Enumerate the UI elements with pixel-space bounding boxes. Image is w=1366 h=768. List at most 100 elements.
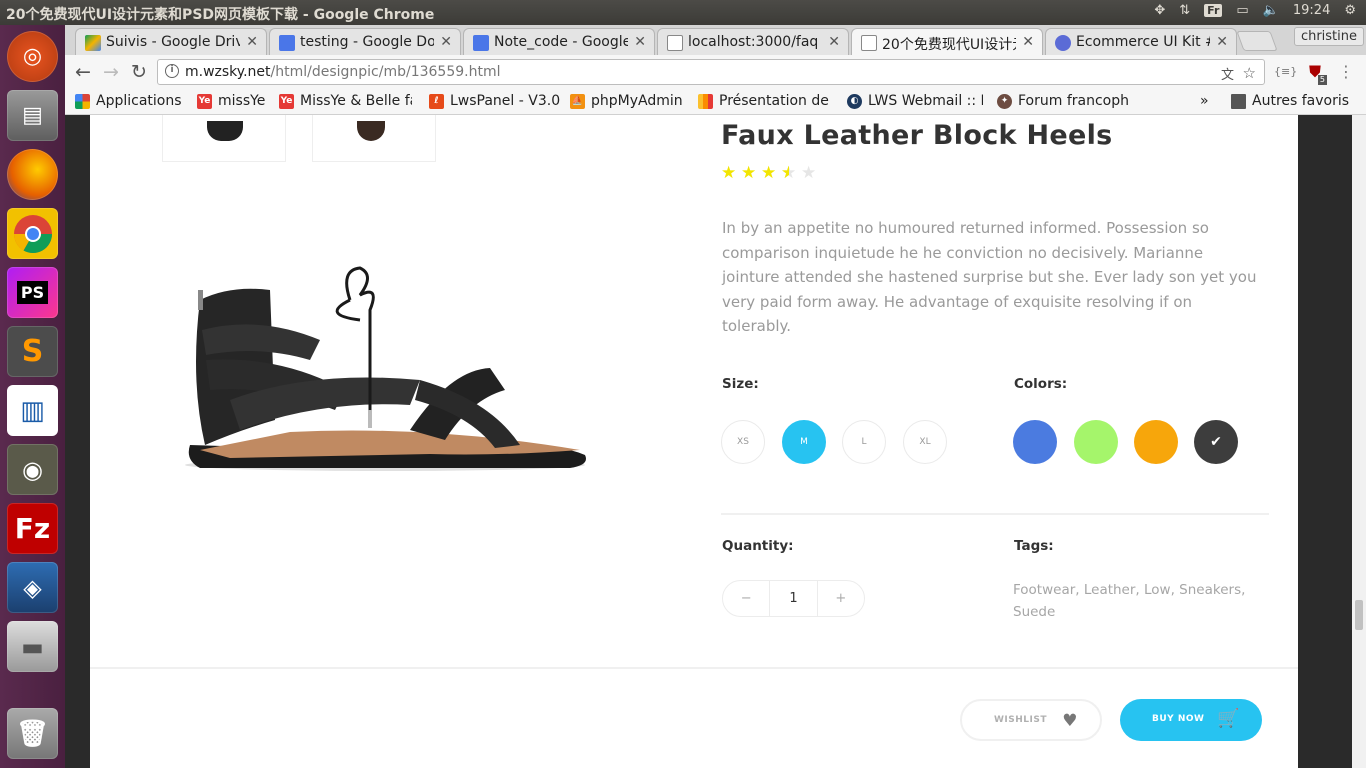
- product-thumbnail-2[interactable]: [312, 115, 436, 162]
- keyboard-layout-indicator[interactable]: Fr: [1204, 4, 1223, 17]
- translate-icon[interactable]: 文: [1221, 64, 1234, 83]
- url-host: m.wzsky.net: [185, 64, 271, 80]
- site-info-icon[interactable]: i: [165, 64, 179, 78]
- tab-active-wzsky[interactable]: 20个免费现代UI设计元素 ✕: [851, 28, 1043, 55]
- docs-icon: [473, 35, 489, 51]
- product-main-image[interactable]: [170, 260, 620, 490]
- new-tab-button[interactable]: [1236, 31, 1278, 51]
- gimp-icon[interactable]: ◉: [7, 444, 58, 495]
- apps-grid-icon: [75, 93, 90, 109]
- bookmark-star-icon[interactable]: ☆: [1243, 64, 1256, 82]
- close-tab-icon[interactable]: ✕: [440, 34, 452, 50]
- top-panel: 20个免费现代UI设计元素和PSD网页模板下载 - Google Chrome …: [0, 0, 1366, 25]
- bookmark-missye-belle[interactable]: Ye MissYe & Belle fa: [279, 93, 412, 109]
- page-scrollbar[interactable]: [1352, 115, 1366, 768]
- wishlist-button[interactable]: WISHLIST ♥: [960, 699, 1102, 741]
- color-swatch-blue[interactable]: [1013, 420, 1057, 464]
- ye-icon: Ye: [197, 93, 212, 109]
- phpmyadmin-icon: ⛵: [570, 93, 585, 109]
- profile-button[interactable]: christine: [1293, 27, 1364, 46]
- forward-icon[interactable]: →: [99, 60, 123, 84]
- disk-drive-icon[interactable]: ▬: [7, 621, 58, 672]
- quantity-stepper: − 1 +: [722, 580, 865, 617]
- chrome-menu-icon[interactable]: ⋮: [1336, 62, 1356, 82]
- ubuntu-dash-icon[interactable]: ◎: [7, 31, 58, 82]
- size-option-xs[interactable]: XS: [721, 420, 765, 464]
- bookmark-lwspanel[interactable]: ℓ LwsPanel - V3.0: [429, 93, 560, 109]
- folder-icon: [1231, 93, 1246, 109]
- bookmark-missye[interactable]: Ye missYe: [197, 93, 265, 109]
- mysql-workbench-icon[interactable]: ◈: [7, 562, 58, 613]
- phpstorm-icon[interactable]: PS: [7, 267, 58, 318]
- bookmark-phpmyadmin[interactable]: ⛵ phpMyAdmin: [570, 93, 683, 109]
- chrome-icon[interactable]: [7, 208, 58, 259]
- bookmark-presentation[interactable]: Présentation de: [698, 93, 829, 109]
- back-icon[interactable]: ←: [71, 60, 95, 84]
- address-bar[interactable]: i m.wzsky.net/html/designpic/mb/136559.h…: [157, 59, 1265, 85]
- star-rating: ★ ★ ★ ★ ★: [721, 163, 818, 183]
- settings-gear-icon[interactable]: ⚙: [1344, 3, 1356, 18]
- product-tags[interactable]: Footwear, Leather, Low, Sneakers, Suede: [1013, 579, 1263, 623]
- docs-icon: [279, 35, 295, 51]
- product-title: Faux Leather Block Heels: [721, 120, 1113, 151]
- filezilla-icon[interactable]: Fz: [7, 503, 58, 554]
- firefox-icon[interactable]: [7, 149, 58, 200]
- product-card: Faux Leather Block Heels ★ ★ ★ ★ ★ In by…: [90, 115, 1298, 768]
- tab-testing-docs[interactable]: testing - Google Docs ✕: [269, 28, 461, 55]
- colors-label: Colors:: [1014, 376, 1068, 392]
- sublime-text-icon[interactable]: S: [7, 326, 58, 377]
- product-description: In by an appetite no humoured returned i…: [722, 219, 1257, 335]
- more-bookmarks-chevron-icon[interactable]: »: [1200, 93, 1209, 109]
- close-tab-icon[interactable]: ✕: [1216, 34, 1228, 50]
- forum-icon: ✦: [997, 93, 1012, 109]
- star-icon: ★: [721, 163, 737, 183]
- scrollbar-thumb[interactable]: [1355, 600, 1363, 630]
- window-title: 20个免费现代UI设计元素和PSD网页模板下载 - Google Chrome: [6, 7, 435, 23]
- tab-note-code-docs[interactable]: Note_code - Google Docs ✕: [463, 28, 655, 55]
- tab-ecommerce-ui-kit[interactable]: Ecommerce UI Kit # ✕: [1045, 28, 1237, 55]
- increase-quantity-button[interactable]: +: [818, 581, 864, 616]
- trash-icon[interactable]: 🗑: [7, 708, 58, 759]
- network-icon[interactable]: ⇅: [1179, 3, 1190, 18]
- divider: [721, 513, 1269, 515]
- clock[interactable]: 19:24: [1293, 3, 1330, 18]
- reload-icon[interactable]: ↻: [127, 60, 151, 84]
- dropbox-icon[interactable]: ✥: [1154, 3, 1165, 18]
- quantity-input[interactable]: 1: [769, 581, 818, 616]
- close-tab-icon[interactable]: ✕: [1022, 34, 1034, 50]
- tab-localhost-faq[interactable]: localhost:3000/faq ✕: [657, 28, 849, 55]
- bookmark-forum[interactable]: ✦ Forum francoph: [997, 93, 1130, 109]
- close-tab-icon[interactable]: ✕: [828, 34, 840, 50]
- bookmark-applications[interactable]: Applications: [75, 93, 182, 109]
- extension-badge: 5: [1317, 75, 1327, 85]
- bookmark-other-favorites[interactable]: Autres favoris: [1231, 93, 1349, 109]
- shoe-thumbnail-image: [357, 121, 385, 141]
- size-label: Size:: [722, 376, 759, 392]
- bookmark-lws-webmail[interactable]: ◐ LWS Webmail :: E: [847, 93, 983, 109]
- browser-window: Suivis - Google Drive ✕ testing - Google…: [65, 25, 1366, 768]
- product-thumbnail-1[interactable]: [162, 115, 286, 162]
- battery-icon[interactable]: ▭: [1236, 3, 1248, 18]
- json-extension-icon[interactable]: {≡}: [1274, 62, 1297, 82]
- color-swatch-green[interactable]: [1074, 420, 1118, 464]
- tab-strip: Suivis - Google Drive ✕ testing - Google…: [65, 25, 1366, 55]
- color-swatch-orange[interactable]: [1134, 420, 1178, 464]
- tags-label: Tags:: [1014, 538, 1054, 554]
- color-swatch-dark[interactable]: ✔: [1194, 420, 1238, 464]
- close-tab-icon[interactable]: ✕: [634, 34, 646, 50]
- ye-icon: Ye: [279, 93, 294, 109]
- close-tab-icon[interactable]: ✕: [246, 34, 258, 50]
- buy-now-button[interactable]: BUY NOW 🛒: [1120, 699, 1262, 741]
- files-icon[interactable]: ▤: [7, 90, 58, 141]
- decrease-quantity-button[interactable]: −: [723, 581, 769, 616]
- volume-icon[interactable]: 🔈: [1263, 3, 1279, 18]
- size-option-xl[interactable]: XL: [903, 420, 947, 464]
- webmail-icon: ◐: [847, 93, 862, 109]
- size-option-l[interactable]: L: [842, 420, 886, 464]
- divider: [90, 667, 1298, 669]
- ublock-extension-icon[interactable]: ⛊ 5: [1305, 62, 1327, 85]
- libreoffice-writer-icon[interactable]: ▥: [7, 385, 58, 436]
- size-option-m[interactable]: M: [782, 420, 826, 464]
- star-icon: ★: [761, 163, 777, 183]
- tab-drive[interactable]: Suivis - Google Drive ✕: [75, 28, 267, 55]
